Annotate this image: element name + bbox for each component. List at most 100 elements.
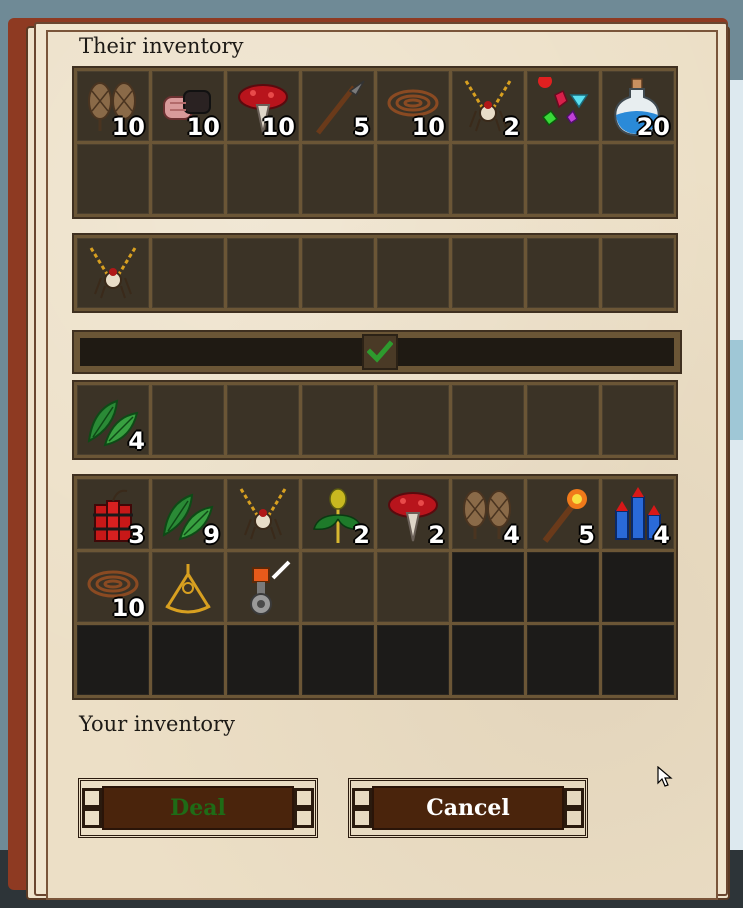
your-offer-panel: 4	[72, 380, 678, 460]
sextant-icon	[165, 564, 211, 614]
item-count: 9	[203, 521, 220, 549]
inventory-slot[interactable]	[452, 625, 524, 695]
inventory-slot[interactable]	[527, 552, 599, 622]
inventory-slot[interactable]: 5	[527, 479, 599, 549]
your-inventory-panel: 3 9 2 2 4 5 4 10	[72, 474, 678, 700]
inventory-slot[interactable]	[227, 238, 299, 308]
deal-button-label: Deal	[170, 795, 226, 821]
mouse-cursor-icon	[657, 766, 673, 787]
inventory-slot[interactable]	[377, 625, 449, 695]
cancel-button-plate: Cancel	[372, 786, 564, 830]
inventory-slot[interactable]: 10	[77, 552, 149, 622]
inventory-slot[interactable]: 5	[302, 71, 374, 141]
inventory-slot[interactable]	[377, 238, 449, 308]
your-inventory-title: Your inventory	[79, 712, 235, 736]
inventory-slot[interactable]	[452, 552, 524, 622]
gems-icon	[538, 77, 589, 127]
inventory-slot[interactable]: 2	[302, 479, 374, 549]
frame-knot	[82, 808, 102, 828]
inventory-slot[interactable]: 9	[152, 479, 224, 549]
frame-knot	[294, 788, 314, 808]
inventory-slot[interactable]	[527, 238, 599, 308]
inventory-slot[interactable]	[302, 625, 374, 695]
inventory-slot[interactable]	[602, 238, 674, 308]
inventory-slot[interactable]	[152, 144, 224, 214]
inventory-slot[interactable]: 10	[77, 71, 149, 141]
inventory-slot[interactable]	[527, 71, 599, 141]
inventory-slot[interactable]	[302, 144, 374, 214]
inventory-slot[interactable]	[527, 625, 599, 695]
item-count: 4	[653, 521, 670, 549]
inventory-slot[interactable]	[77, 144, 149, 214]
inventory-slot[interactable]: 10	[377, 71, 449, 141]
their-offer-panel	[72, 233, 678, 313]
item-count: 2	[428, 521, 445, 549]
item-count: 10	[111, 594, 145, 622]
inventory-slot[interactable]	[377, 552, 449, 622]
inventory-slot[interactable]	[602, 625, 674, 695]
inventory-slot[interactable]: 4	[602, 479, 674, 549]
inventory-slot[interactable]: 4	[77, 385, 149, 455]
inventory-slot[interactable]	[602, 552, 674, 622]
item-count: 4	[503, 521, 520, 549]
their-inventory-panel: 10 10 10 5 10 2 20	[72, 66, 678, 219]
frame-knot	[564, 788, 584, 808]
item-count: 10	[411, 113, 445, 141]
inventory-slot[interactable]	[527, 144, 599, 214]
confirm-bar	[72, 330, 682, 374]
item-count: 20	[636, 113, 670, 141]
inventory-slot[interactable]: 2	[377, 479, 449, 549]
their-inventory-title: Their inventory	[79, 34, 244, 58]
amulet-icon	[89, 247, 137, 299]
inventory-slot[interactable]	[602, 385, 674, 455]
inventory-slot[interactable]	[227, 552, 299, 622]
inventory-slot[interactable]	[152, 238, 224, 308]
inventory-slot[interactable]	[152, 625, 224, 695]
deal-button[interactable]: Deal	[78, 778, 318, 838]
cancel-button[interactable]: Cancel	[348, 778, 588, 838]
frame-knot	[82, 788, 102, 808]
inventory-slot[interactable]	[152, 552, 224, 622]
inventory-slot[interactable]: 4	[452, 479, 524, 549]
item-count: 5	[578, 521, 595, 549]
inventory-slot[interactable]	[152, 385, 224, 455]
inventory-slot[interactable]: 20	[602, 71, 674, 141]
item-count: 10	[186, 113, 220, 141]
inventory-slot[interactable]	[227, 144, 299, 214]
inventory-slot[interactable]: 3	[77, 479, 149, 549]
inventory-slot[interactable]: 10	[227, 71, 299, 141]
deal-button-plate: Deal	[102, 786, 294, 830]
inventory-slot[interactable]	[227, 479, 299, 549]
frame-knot	[564, 808, 584, 828]
frame-knot	[352, 808, 372, 828]
amulet-icon	[239, 488, 287, 540]
item-count: 2	[353, 521, 370, 549]
inventory-slot[interactable]	[452, 238, 524, 308]
frame-knot	[352, 788, 372, 808]
inventory-slot[interactable]: 2	[452, 71, 524, 141]
inventory-slot[interactable]	[377, 144, 449, 214]
inventory-slot[interactable]	[77, 625, 149, 695]
inventory-slot[interactable]	[452, 144, 524, 214]
checkmark-icon	[367, 340, 393, 363]
inventory-slot[interactable]	[602, 144, 674, 214]
frame-knot	[294, 808, 314, 828]
item-count: 10	[111, 113, 145, 141]
item-count: 4	[128, 427, 145, 455]
inventory-slot[interactable]	[302, 552, 374, 622]
inventory-slot[interactable]	[77, 238, 149, 308]
item-count: 2	[503, 113, 520, 141]
item-count: 3	[128, 521, 145, 549]
lantern-icon	[250, 560, 291, 615]
item-count: 5	[353, 113, 370, 141]
inventory-slot[interactable]	[227, 385, 299, 455]
inventory-slot[interactable]	[227, 625, 299, 695]
inventory-slot[interactable]	[302, 238, 374, 308]
confirm-check-button[interactable]	[362, 334, 398, 370]
inventory-slot[interactable]	[377, 385, 449, 455]
inventory-slot[interactable]	[527, 385, 599, 455]
inventory-slot[interactable]	[302, 385, 374, 455]
inventory-slot[interactable]: 10	[152, 71, 224, 141]
cancel-button-label: Cancel	[426, 795, 510, 821]
inventory-slot[interactable]	[452, 385, 524, 455]
